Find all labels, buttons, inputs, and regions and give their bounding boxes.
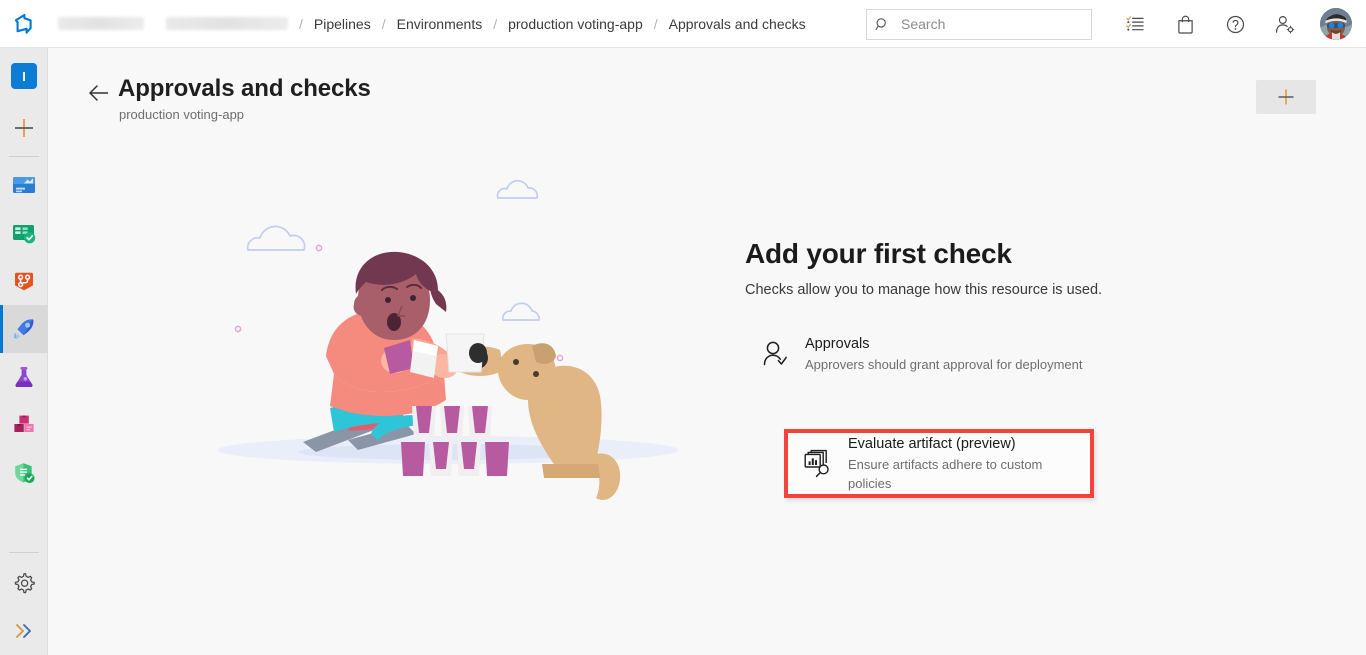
- project-initial: I: [11, 63, 37, 89]
- rail-item-expand[interactable]: [0, 607, 48, 655]
- advanced-security-icon: [15, 463, 35, 484]
- page-title: Approvals and checks: [118, 75, 371, 102]
- breadcrumb-separator: /: [493, 15, 498, 32]
- breadcrumb-separator: /: [381, 15, 386, 32]
- rail-item-repos[interactable]: [0, 257, 48, 305]
- rail-item-overview[interactable]: [0, 161, 48, 209]
- user-avatar[interactable]: [1320, 8, 1352, 40]
- rail-item-new[interactable]: [0, 104, 48, 152]
- add-check-button[interactable]: [1256, 80, 1316, 114]
- rail-divider: [8, 156, 39, 157]
- check-option-approvals[interactable]: Approvals Approvers should grant approva…: [745, 327, 1165, 381]
- top-bar: / Pipelines / Environments / production …: [0, 0, 1366, 48]
- overview-icon: [13, 177, 35, 193]
- rail-item-settings[interactable]: [0, 559, 48, 607]
- marketplace-bag-icon[interactable]: [1168, 7, 1202, 41]
- breadcrumb-project-redacted[interactable]: [166, 17, 288, 30]
- highlighted-check-option: Evaluate artifact (preview) Ensure artif…: [784, 429, 1094, 498]
- repos-icon: [15, 272, 33, 291]
- expand-chevrons-icon: [16, 624, 31, 638]
- check-title: Approvals: [805, 335, 870, 352]
- breadcrumb-item-production-voting-app[interactable]: production voting-app: [508, 16, 643, 32]
- approvals-person-check-icon: [753, 334, 797, 374]
- check-option-evaluate-artifact[interactable]: Evaluate artifact (preview) Ensure artif…: [788, 433, 1090, 494]
- settings-gear-icon: [14, 573, 35, 594]
- new-item-plus-icon: [15, 119, 33, 137]
- azure-devops-logo-icon[interactable]: [0, 0, 48, 48]
- evaluate-artifact-icon: [796, 444, 840, 484]
- rail-item-advanced-security[interactable]: [0, 449, 48, 497]
- panel-title: Add your first check: [745, 238, 1012, 269]
- breadcrumb-separator: /: [299, 15, 303, 32]
- rail-item-pipelines[interactable]: [0, 305, 48, 353]
- rail-divider-bottom: [9, 552, 39, 553]
- user-settings-icon[interactable]: [1268, 7, 1302, 41]
- pipelines-icon: [14, 319, 34, 339]
- main-content: Approvals and checks production voting-a…: [48, 48, 1366, 655]
- search-box[interactable]: [866, 8, 1092, 40]
- empty-state-illustration: [198, 178, 718, 518]
- breadcrumb-org-redacted[interactable]: [58, 17, 144, 30]
- left-rail: I: [0, 48, 48, 655]
- page-subtitle: production voting-app: [119, 107, 245, 122]
- help-question-icon[interactable]: [1218, 7, 1252, 41]
- breadcrumb: / Pipelines / Environments / production …: [48, 0, 806, 48]
- check-subtitle: Approvers should grant approval for depl…: [805, 356, 1083, 372]
- back-arrow-button[interactable]: [84, 78, 114, 108]
- rail-item-boards[interactable]: [0, 209, 48, 257]
- panel-description: Checks allow you to manage how this reso…: [745, 282, 1103, 298]
- add-check-panel: Add your first check Checks allow you to…: [745, 238, 1165, 381]
- breadcrumb-separator: /: [653, 15, 658, 32]
- rail-item-artifacts[interactable]: [0, 401, 48, 449]
- breadcrumb-item-environments[interactable]: Environments: [397, 16, 483, 32]
- search-icon: [875, 17, 890, 32]
- breadcrumb-item-approvals-and-checks[interactable]: Approvals and checks: [669, 16, 806, 32]
- plus-icon: [1278, 89, 1294, 105]
- rail-item-test-plans[interactable]: [0, 353, 48, 401]
- task-list-icon[interactable]: [1118, 7, 1152, 41]
- top-bar-actions: [866, 0, 1366, 48]
- check-subtitle: Ensure artifacts adhere to custom polici…: [848, 456, 1043, 491]
- check-title: Evaluate artifact (preview): [848, 435, 1016, 452]
- search-input[interactable]: [899, 11, 1083, 37]
- test-plans-icon: [15, 367, 33, 388]
- artifacts-icon: [14, 415, 34, 432]
- rail-item-project-avatar[interactable]: I: [0, 48, 48, 104]
- breadcrumb-item-pipelines[interactable]: Pipelines: [314, 16, 371, 32]
- boards-icon: [13, 225, 36, 244]
